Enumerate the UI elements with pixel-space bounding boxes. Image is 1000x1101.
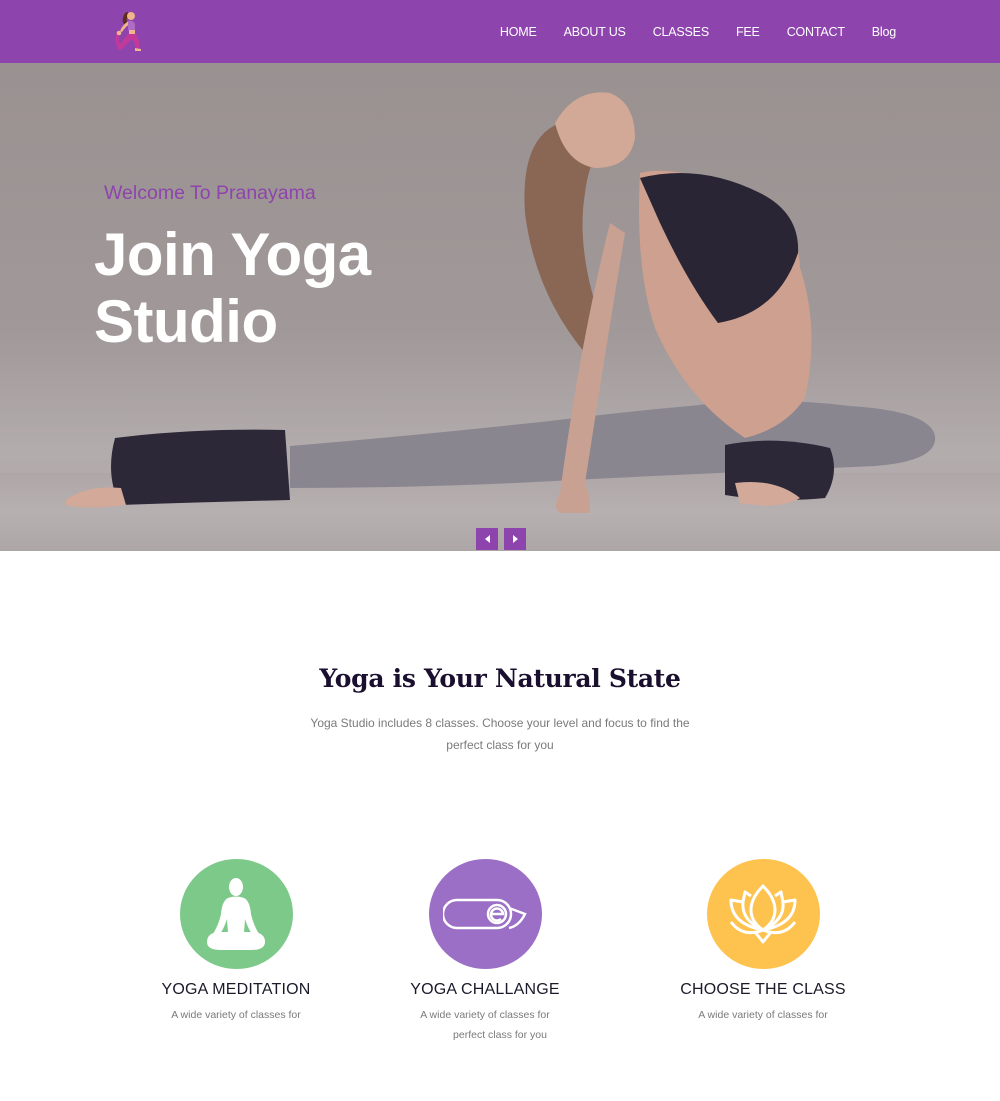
- nav-about-us[interactable]: ABOUT US: [550, 25, 639, 39]
- feature-title: YOGA CHALLANGE: [410, 981, 560, 998]
- feature-text: A wide variety of classes for perfect cl…: [365, 1005, 605, 1045]
- hero-title-line1: Join Yoga: [94, 221, 371, 288]
- chevron-right-icon: [512, 535, 518, 543]
- feature-text: A wide variety of classes for: [171, 1009, 301, 1021]
- chevron-left-icon: [484, 535, 490, 543]
- hero-title-line2: Studio: [94, 288, 278, 355]
- nav-contact[interactable]: CONTACT: [773, 25, 858, 39]
- nav-fee[interactable]: FEE: [722, 25, 773, 39]
- nav-blog[interactable]: Blog: [858, 25, 896, 39]
- site-header: HOME ABOUT US CLASSES FEE CONTACT Blog: [0, 0, 1000, 63]
- main-nav: HOME ABOUT US CLASSES FEE CONTACT Blog: [486, 0, 896, 63]
- slider-prev-button[interactable]: [476, 528, 498, 550]
- hero-title: Join Yoga Studio: [94, 221, 371, 355]
- feature-text: A wide variety of classes for: [698, 1009, 828, 1021]
- feature-circle[interactable]: [428, 859, 542, 969]
- yoga-logo-icon[interactable]: [98, 4, 150, 60]
- feature-circle[interactable]: [179, 859, 293, 969]
- feature-title: YOGA MEDITATION: [161, 981, 311, 998]
- hero-welcome: Welcome To Pranayama: [104, 182, 316, 204]
- section-description-line1: Yoga Studio includes 8 classes. Choose y…: [310, 716, 690, 730]
- feature-text-line2: perfect class for you: [453, 1029, 547, 1041]
- meditation-icon: [207, 878, 265, 950]
- slider-next-button[interactable]: [504, 528, 526, 550]
- feature-yoga-meditation: YOGA MEDITATION A wide variety of classe…: [116, 859, 356, 1025]
- yoga-mat-icon: [443, 898, 527, 930]
- section-description-line2: perfect class for you: [446, 738, 554, 752]
- feature-title: CHOOSE THE CLASS: [680, 981, 846, 998]
- lotus-icon: [729, 884, 797, 944]
- feature-yoga-challange: YOGA CHALLANGE A wide variety of classes…: [365, 859, 605, 1045]
- nav-classes[interactable]: CLASSES: [639, 25, 722, 39]
- feature-circle[interactable]: [706, 859, 820, 969]
- section-title: Yoga is Your Natural State: [319, 664, 681, 693]
- nav-home[interactable]: HOME: [486, 25, 550, 39]
- feature-choose-the-class: CHOOSE THE CLASS A wide variety of class…: [643, 859, 883, 1025]
- section-description: Yoga Studio includes 8 classes. Choose y…: [300, 712, 700, 756]
- feature-text-line1: A wide variety of classes for: [420, 1009, 550, 1021]
- hero-slider: Welcome To Pranayama Join Yoga Studio: [0, 63, 1000, 551]
